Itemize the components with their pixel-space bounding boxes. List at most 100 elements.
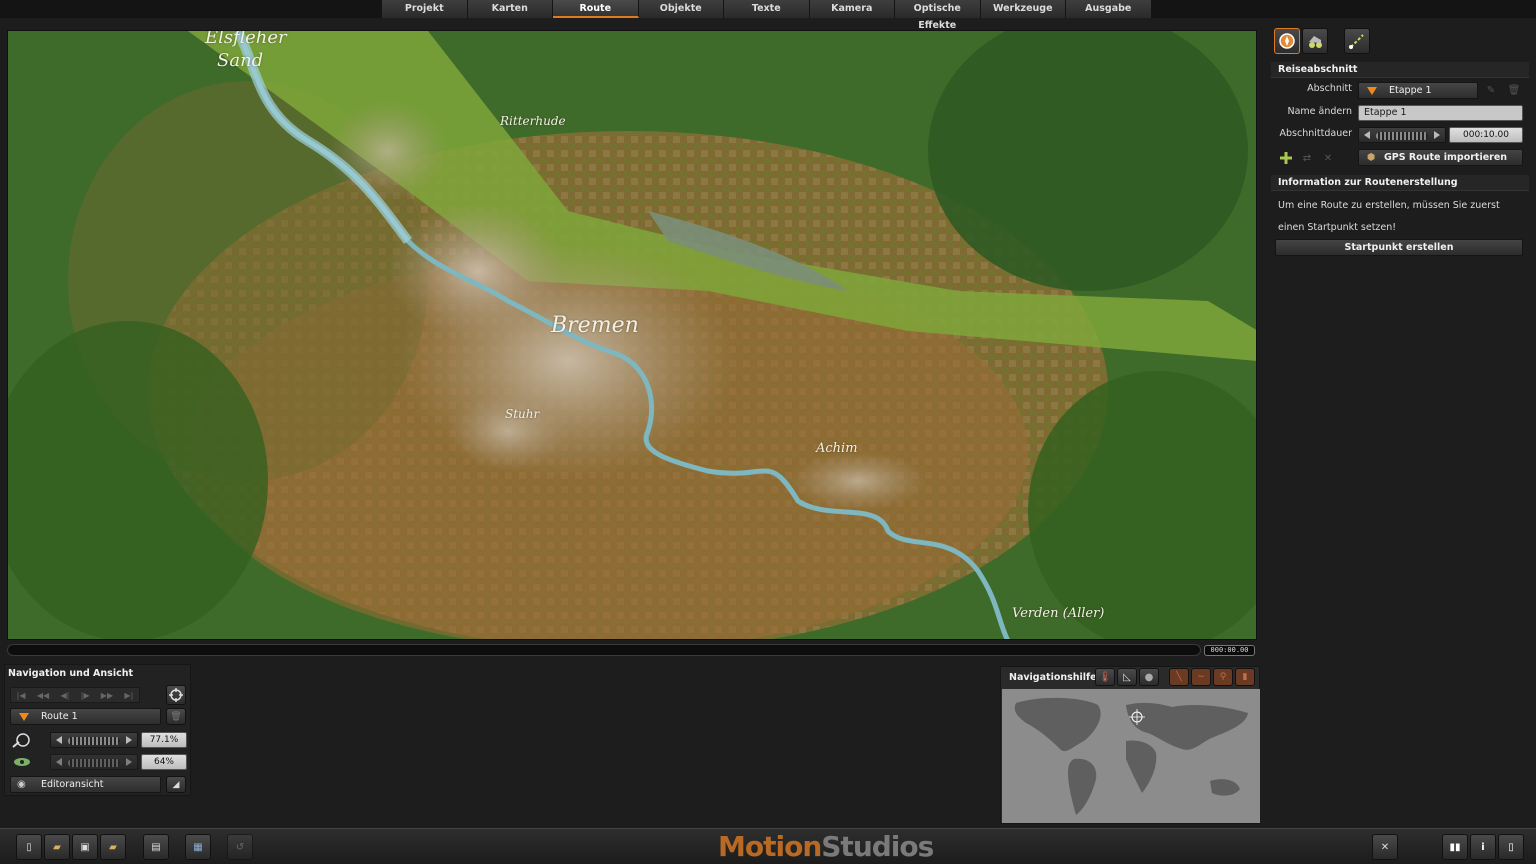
gps-import-button[interactable]: ⬢ GPS Route importieren: [1358, 149, 1523, 166]
step-back-icon[interactable]: ◀|: [60, 691, 69, 700]
world-minimap[interactable]: [1002, 689, 1260, 823]
route-path-icon: [1349, 34, 1364, 49]
gallery-button[interactable]: ▤: [143, 834, 169, 860]
book-icon: ▮▮: [1449, 841, 1461, 853]
section-name-field[interactable]: Etappe 1: [1358, 105, 1523, 121]
brand-motion: Motion: [718, 830, 822, 863]
arrow-left-icon[interactable]: [56, 758, 62, 766]
orange-tool-1[interactable]: ╲: [1169, 668, 1189, 686]
startpunkt-erstellen-button[interactable]: Startpunkt erstellen: [1275, 239, 1523, 256]
open-project-button[interactable]: ▰: [44, 834, 70, 860]
zoom-value[interactable]: 77.1%: [141, 732, 187, 748]
route-dropdown[interactable]: Route 1: [10, 708, 161, 725]
globe-icon: ●: [1144, 671, 1154, 683]
reiseabschnitt-header: Reiseabschnitt: [1271, 62, 1529, 78]
map-label-elsfleth: Elsfleher: [205, 30, 287, 48]
vehicle-icon: [1309, 36, 1322, 48]
slider-track[interactable]: [68, 759, 120, 767]
route-vehicle-button[interactable]: [1302, 28, 1328, 54]
tab-route[interactable]: Route: [553, 0, 639, 18]
tab-ausgabe[interactable]: Ausgabe: [1066, 0, 1152, 18]
abschnitt-dropdown[interactable]: Etappe 1: [1358, 82, 1478, 99]
globe-button[interactable]: ●: [1139, 668, 1159, 686]
skip-end-icon[interactable]: ▶|: [124, 691, 133, 700]
compass-tool-button[interactable]: ◺: [1117, 668, 1137, 686]
tab-projekt[interactable]: Projekt: [382, 0, 468, 18]
target-button[interactable]: [166, 685, 186, 705]
info-button[interactable]: i: [1470, 834, 1496, 860]
tab-werkzeuge[interactable]: Werkzeuge: [980, 0, 1066, 18]
nav-panel-header: Navigation und Ansicht: [8, 668, 134, 679]
tab-kamera[interactable]: Kamera: [809, 0, 895, 18]
add-section-icon[interactable]: [1276, 150, 1296, 166]
arrow-right-icon[interactable]: [126, 758, 132, 766]
tilt-icon: [10, 753, 34, 771]
door-icon: ▯: [1508, 841, 1514, 853]
thermometer-button[interactable]: 🌡: [1095, 668, 1115, 686]
map-label-ritterhude: Ritterhude: [500, 114, 566, 128]
route-tool-button[interactable]: [1344, 28, 1370, 54]
map-label-achim: Achim: [816, 441, 858, 456]
rewind-icon[interactable]: ◀◀: [37, 691, 49, 700]
route-delete-button[interactable]: 🗑: [166, 708, 186, 725]
map-label-bremen: Bremen: [551, 313, 639, 338]
section-edit-icon[interactable]: ✎: [1481, 82, 1501, 98]
navigation-help-panel: Navigationshilfe 🌡 ◺ ● ╲ ∼ ⚲ ▮: [1000, 666, 1260, 824]
arrow-right-icon[interactable]: [126, 736, 132, 744]
zoom-slider[interactable]: [50, 732, 138, 748]
skip-start-icon[interactable]: |◀: [17, 691, 26, 700]
duration-value[interactable]: 000:10.00: [1449, 127, 1523, 143]
camera-icon: ◉: [17, 779, 26, 790]
world-map-icon: [1002, 689, 1260, 823]
undo-button[interactable]: ↺: [227, 834, 253, 860]
view-dropdown[interactable]: ◉ Editoransicht: [10, 776, 161, 793]
slider-track[interactable]: [68, 737, 120, 745]
tab-texte[interactable]: Texte: [724, 0, 810, 18]
gps-import-label: GPS Route importieren: [1383, 152, 1508, 163]
slider-track[interactable]: [1376, 132, 1428, 140]
help-book-button[interactable]: ▮▮: [1442, 834, 1468, 860]
motionstudios-logo: MotionStudios: [718, 830, 934, 863]
gallery-icon: ▤: [151, 841, 161, 853]
abschnitt-label: Abschnitt: [1307, 83, 1352, 94]
brand-studios: Studios: [821, 830, 934, 863]
view-toggle-button[interactable]: ◢: [166, 776, 186, 793]
merge-section-icon[interactable]: ✕: [1318, 150, 1338, 166]
tools-button[interactable]: ✕: [1372, 834, 1398, 860]
route-selected: Route 1: [41, 711, 78, 722]
gps-icon: ⬢: [1367, 152, 1376, 163]
arrow-right-icon[interactable]: [1434, 131, 1440, 139]
timeline-scrubber[interactable]: [7, 644, 1201, 656]
protractor-icon: ◺: [1123, 671, 1131, 683]
map-viewport[interactable]: Elsfleher Sand Ritterhude Bremen Stuhr A…: [7, 30, 1257, 640]
main-menu: Projekt Karten Route Objekte Texte Kamer…: [382, 0, 1152, 31]
tilt-slider[interactable]: [50, 754, 138, 770]
save-as-button[interactable]: ▰: [100, 834, 126, 860]
orange-tool-3[interactable]: ⚲: [1213, 668, 1233, 686]
fast-forward-icon[interactable]: ▶▶: [101, 691, 113, 700]
mountain-icon: ◢: [172, 779, 180, 790]
trash-icon: 🗑: [170, 711, 182, 722]
trash-icon[interactable]: 🗑: [1504, 82, 1524, 98]
dauer-label: Abschnittdauer: [1279, 128, 1352, 139]
timecode-display: 000:00.00: [1204, 645, 1255, 656]
save-icon: ▣: [80, 841, 90, 853]
tab-optische-effekte[interactable]: Optische Effekte: [895, 0, 981, 31]
arrow-left-icon[interactable]: [1364, 131, 1370, 139]
render-button[interactable]: ▦: [185, 834, 211, 860]
tab-objekte[interactable]: Objekte: [638, 0, 724, 18]
info-header: Information zur Routenerstellung: [1271, 175, 1529, 191]
route-mode-button[interactable]: [1274, 28, 1300, 54]
orange-tool-4[interactable]: ▮: [1235, 668, 1255, 686]
orange-tool-2[interactable]: ∼: [1191, 668, 1211, 686]
tab-karten[interactable]: Karten: [467, 0, 553, 18]
duration-slider[interactable]: [1358, 127, 1446, 143]
exit-button[interactable]: ▯: [1498, 834, 1524, 860]
save-project-button[interactable]: ▣: [72, 834, 98, 860]
step-forward-icon[interactable]: |▶: [81, 691, 90, 700]
new-project-button[interactable]: ▯: [16, 834, 42, 860]
chevron-down-icon: [19, 713, 29, 721]
arrow-left-icon[interactable]: [56, 736, 62, 744]
tilt-value[interactable]: 64%: [141, 754, 187, 770]
swap-section-icon[interactable]: ⇄: [1297, 150, 1317, 166]
